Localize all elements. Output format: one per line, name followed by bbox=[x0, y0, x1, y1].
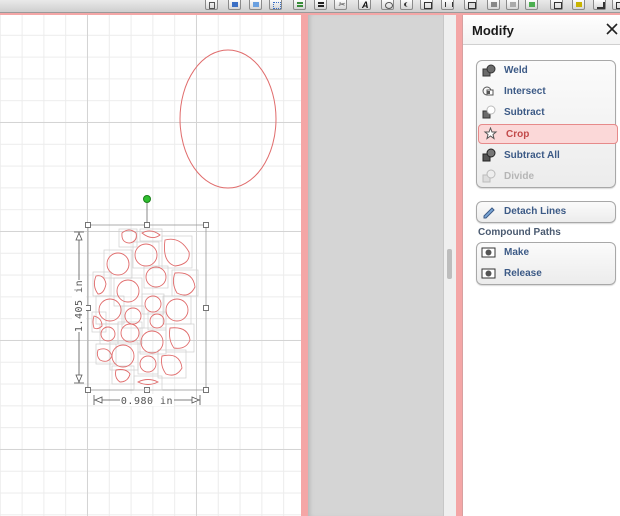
trace-icon[interactable] bbox=[441, 0, 454, 10]
panel-title: Modify bbox=[472, 23, 514, 38]
scissors-icon[interactable]: ✂ bbox=[334, 0, 347, 10]
make-label: Make bbox=[504, 247, 530, 258]
ellipse-shape[interactable] bbox=[179, 49, 277, 189]
weld-icon bbox=[482, 64, 496, 77]
weld-label: Weld bbox=[504, 65, 528, 76]
pencil-icon bbox=[483, 207, 495, 219]
close-icon[interactable] bbox=[605, 22, 619, 36]
release-label: Release bbox=[504, 268, 542, 279]
layer-icon[interactable] bbox=[525, 0, 538, 10]
fill-icon[interactable] bbox=[487, 0, 500, 10]
selection-handles[interactable] bbox=[85, 222, 209, 393]
divide-icon bbox=[482, 169, 496, 183]
panel-header: Modify bbox=[463, 15, 620, 45]
crop-button[interactable]: Crop bbox=[478, 124, 618, 144]
scrollbar-thumb[interactable] bbox=[447, 249, 452, 279]
subtract-all-label: Subtract All bbox=[504, 150, 560, 161]
curve-icon[interactable] bbox=[400, 0, 413, 10]
detach-lines-label: Detach Lines bbox=[504, 206, 567, 217]
grid-icon[interactable] bbox=[269, 0, 282, 10]
weld-button[interactable]: Weld bbox=[477, 61, 615, 81]
node-icon[interactable] bbox=[420, 0, 433, 10]
pasteboard-area bbox=[308, 15, 443, 516]
intersect-button[interactable]: Intersect bbox=[477, 82, 615, 102]
pebble-group[interactable] bbox=[91, 228, 199, 391]
top-toolbar: ✂ A bbox=[0, 0, 620, 13]
height-label: 1.405 in bbox=[74, 280, 85, 332]
release-compound-icon bbox=[481, 268, 496, 279]
rotate-handle[interactable] bbox=[143, 195, 151, 203]
modify-panel: Modify Weld Intersect Subtract Crop Subt… bbox=[462, 15, 620, 516]
divide-label: Divide bbox=[504, 171, 535, 182]
make-compound-button[interactable]: Make bbox=[477, 243, 615, 263]
subtract-label: Subtract bbox=[504, 107, 545, 118]
detach-lines-group: Detach Lines bbox=[476, 201, 616, 223]
align-icon[interactable] bbox=[293, 0, 306, 10]
window-icon[interactable] bbox=[249, 0, 262, 10]
lines-icon[interactable] bbox=[314, 0, 327, 10]
modify-operations-group: Weld Intersect Subtract Crop Subtract Al… bbox=[476, 60, 618, 188]
compound-paths-heading: Compound Paths bbox=[478, 227, 561, 238]
color-icon[interactable] bbox=[506, 0, 519, 10]
import-icon[interactable] bbox=[228, 0, 241, 10]
design-canvas[interactable]: 1.405 in 0.980 in bbox=[0, 15, 301, 516]
intersect-icon bbox=[482, 86, 494, 96]
subtract-icon bbox=[482, 105, 496, 119]
crop-label: Crop bbox=[506, 129, 530, 140]
subtract-all-icon bbox=[482, 148, 496, 162]
compound-paths-group: Make Release bbox=[476, 242, 616, 285]
cut-icon[interactable] bbox=[550, 0, 563, 10]
width-label: 0.980 in bbox=[121, 396, 173, 407]
crop-icon bbox=[483, 127, 498, 140]
text-icon[interactable]: A bbox=[358, 0, 371, 10]
shape-icon[interactable] bbox=[464, 0, 477, 10]
detach-lines-button[interactable]: Detach Lines bbox=[477, 202, 615, 222]
make-compound-icon bbox=[481, 247, 496, 258]
subtract-all-button[interactable]: Subtract All bbox=[477, 146, 615, 166]
divide-button: Divide bbox=[477, 167, 615, 187]
corner-icon[interactable] bbox=[593, 0, 606, 10]
subtract-button[interactable]: Subtract bbox=[477, 103, 615, 123]
release-compound-button[interactable]: Release bbox=[477, 264, 615, 284]
weld-icon[interactable] bbox=[381, 0, 394, 10]
toolbar-more-icon[interactable] bbox=[612, 0, 620, 10]
intersect-label: Intersect bbox=[504, 86, 546, 97]
page-icon[interactable] bbox=[205, 0, 218, 10]
pen-icon[interactable] bbox=[572, 0, 585, 10]
canvas-border bbox=[301, 15, 308, 516]
canvas-artwork: 1.405 in 0.980 in bbox=[72, 49, 277, 407]
